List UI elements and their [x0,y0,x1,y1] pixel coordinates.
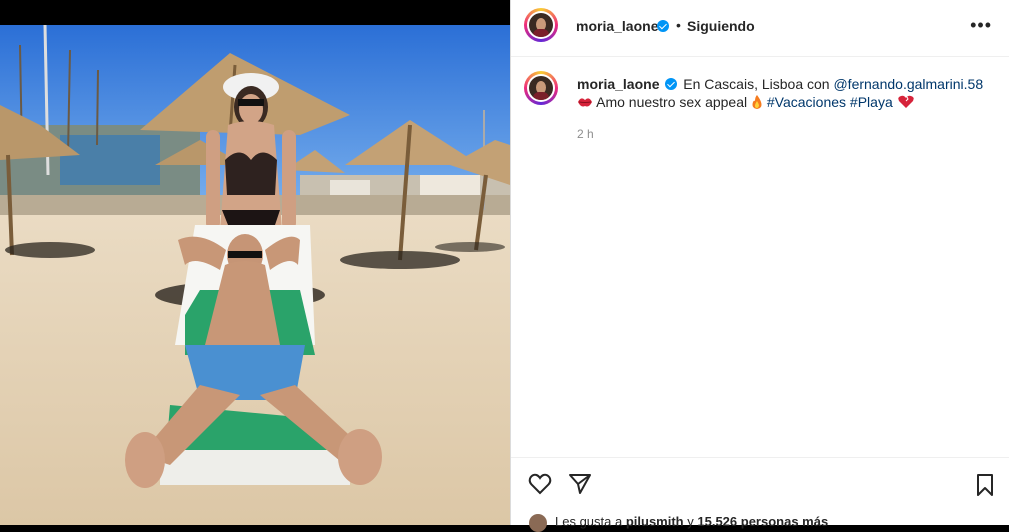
send-icon[interactable] [568,473,592,495]
following-button[interactable]: Siguiendo [687,18,755,34]
caption-location: En Cascais, Lisboa con [683,76,830,92]
likes-prefix: Les gusta a [555,514,623,529]
separator-dot: • [676,17,681,33]
post-timestamp: 2 h [577,127,594,141]
likes-count[interactable]: 15.526 personas más [697,514,828,529]
likes-summary: Les gusta a pilusmith y 15.526 personas … [555,514,828,529]
kiss-lips-icon [578,98,592,107]
post-media-pane [0,0,510,525]
liker-username[interactable]: pilusmith [626,514,684,529]
bookmark-icon[interactable] [975,473,995,497]
post-caption: moria_laone En Cascais, Lisboa con @fern… [577,75,987,111]
post-photo[interactable] [0,25,510,525]
author-username[interactable]: moria_laone [576,18,658,34]
caption-author-avatar[interactable] [524,71,558,105]
fire-icon [752,95,762,109]
verified-badge-icon [665,78,678,90]
heart-icon[interactable] [528,473,552,495]
verified-badge-icon [657,20,669,32]
caption-username[interactable]: moria_laone [577,76,659,92]
caption-mention-link[interactable]: @fernando.galmarini.58 [833,76,983,92]
post-header: moria_laone • Siguiendo ••• [511,0,1009,57]
caption-text: Amo nuestro sex appeal [596,94,748,110]
ellipsis-icon[interactable]: ••• [970,15,992,36]
likes-middle: y [687,514,694,529]
heart-emoji-icon [897,95,914,108]
hashtag-playa-link[interactable]: #Playa [850,94,893,110]
post-side-panel: moria_laone • Siguiendo ••• moria_laone … [510,0,1009,532]
liker-avatar[interactable] [529,514,547,532]
author-avatar[interactable] [524,8,558,42]
hashtag-vacaciones-link[interactable]: #Vacaciones [767,94,846,110]
